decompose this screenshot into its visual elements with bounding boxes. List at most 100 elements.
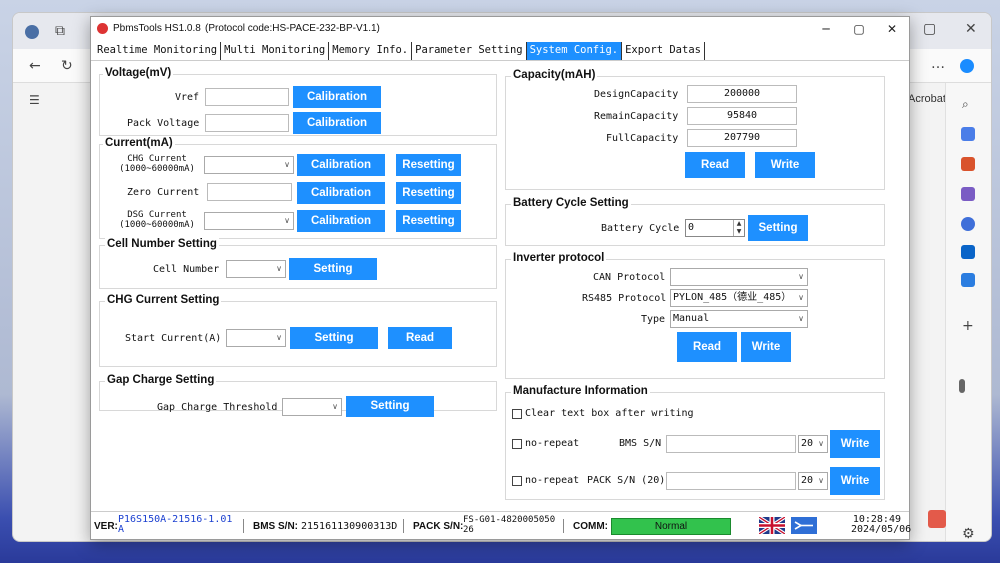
clear-textbox-checkbox[interactable] (512, 409, 522, 419)
type-select[interactable]: Manual ∨ (670, 310, 808, 328)
capacity-title: Capacity(mAH) (511, 69, 598, 81)
rs485-protocol-select[interactable]: PYLON_485（德业_485） ∨ (670, 289, 808, 307)
minimize-icon[interactable]: ─ (809, 20, 843, 38)
chg-current-setting-button[interactable]: Setting (290, 327, 378, 349)
pack-voltage-input[interactable] (205, 114, 289, 132)
tab-export-datas[interactable]: Export Datas (622, 42, 705, 60)
battery-cycle-value: 0 (688, 222, 695, 233)
acrobat-label[interactable]: Acrobat (908, 93, 946, 105)
maximize-icon[interactable]: ▢ (842, 20, 876, 38)
status-separator (243, 519, 244, 533)
pack-no-repeat-checkbox[interactable] (512, 476, 522, 486)
tab-system-config[interactable]: System Config. (526, 42, 623, 60)
chevron-down-icon: ∨ (332, 402, 338, 411)
browser-close-icon[interactable]: ✕ (965, 22, 977, 36)
full-capacity-input[interactable]: 207790 (687, 129, 797, 147)
capacity-read-button[interactable]: Read (685, 152, 745, 178)
browser-maximize-icon[interactable]: ▢ (923, 22, 936, 36)
system-config-panel: Voltage(mV) Vref Calibration Pack Voltag… (91, 60, 909, 510)
ver-value: P16S150A-21516-1.01 A (118, 515, 232, 535)
can-protocol-select[interactable]: ∨ (670, 268, 808, 286)
pdf-icon[interactable] (928, 510, 946, 528)
gap-charge-title: Gap Charge Setting (105, 374, 217, 386)
tab-multi-monitoring[interactable]: Multi Monitoring (221, 42, 330, 60)
bms-no-repeat-checkbox[interactable] (512, 439, 522, 449)
design-capacity-input[interactable]: 200000 (687, 85, 797, 103)
tab-parameter-setting[interactable]: Parameter Setting (412, 42, 527, 60)
pack-sn-label: PACK S/N (20) (587, 475, 666, 486)
dsg-current-label-line1: DSG Current (127, 210, 187, 220)
chg-current-read-button[interactable]: Read (388, 327, 452, 349)
chg-current-select[interactable]: ∨ (204, 156, 294, 174)
gap-charge-threshold-label: Gap Charge Threshold (157, 402, 278, 413)
chevron-down-icon: ∨ (798, 272, 804, 281)
status-datetime: 10:28:49 2024/05/06 (851, 515, 911, 535)
pack-voltage-label: Pack Voltage (127, 118, 200, 129)
tab-collection-icon[interactable]: ⧉ (55, 24, 65, 38)
language-switch-icon[interactable] (791, 517, 817, 534)
capacity-write-button[interactable]: Write (755, 152, 815, 178)
remain-capacity-input[interactable]: 95840 (687, 107, 797, 125)
type-value: Manual (673, 313, 710, 324)
design-capacity-label: DesignCapacity (594, 89, 679, 100)
zero-current-resetting-button[interactable]: Resetting (396, 182, 461, 204)
ver-value-line1: P16S150A-21516-1.01 (118, 514, 233, 525)
bms-sn-write-button[interactable]: Write (830, 430, 880, 458)
bms-sn-length-select[interactable]: 20 ∨ (798, 435, 828, 453)
inverter-read-button[interactable]: Read (677, 332, 737, 362)
close-icon[interactable]: ✕ (875, 20, 909, 38)
vref-calibration-button[interactable]: Calibration (293, 86, 381, 108)
cell-number-label: Cell Number (153, 264, 220, 275)
ver-value-line2: A (118, 524, 125, 535)
battery-cycle-setting-button[interactable]: Setting (748, 215, 808, 241)
zero-current-input[interactable] (207, 183, 292, 201)
chg-current-setting-title: CHG Current Setting (105, 294, 222, 306)
comm-label: COMM: (573, 521, 608, 532)
cell-number-select[interactable]: ∨ (226, 260, 286, 278)
more-icon[interactable]: … (931, 57, 945, 71)
chg-current-calibration-button[interactable]: Calibration (297, 154, 385, 176)
pack-voltage-calibration-button[interactable]: Calibration (293, 112, 381, 134)
inverter-title: Inverter protocol (511, 252, 607, 264)
search-icon[interactable]: ⌕ (962, 97, 969, 111)
ver-label: VER: (94, 521, 118, 532)
status-bms-sn-value: 215161130900313D (301, 521, 398, 532)
scrollbar-thumb[interactable] (959, 379, 965, 393)
clear-textbox-label: Clear text box after writing (525, 408, 694, 419)
pack-sn-length-select[interactable]: 20 ∨ (798, 472, 828, 490)
voltage-title: Voltage(mV) (103, 67, 174, 79)
cell-number-setting-button[interactable]: Setting (289, 258, 377, 280)
battery-cycle-spinner[interactable]: 0 ▲ ▼ (685, 219, 745, 237)
status-separator (403, 519, 404, 533)
pack-sn-input[interactable] (666, 472, 796, 490)
refresh-icon[interactable]: ↻ (61, 59, 73, 73)
spinner-arrows-icon[interactable]: ▲ ▼ (733, 220, 744, 236)
zero-current-calibration-button[interactable]: Calibration (297, 182, 385, 204)
dsg-current-resetting-button[interactable]: Resetting (396, 210, 461, 232)
settings-icon[interactable]: ⚙ (962, 527, 975, 541)
chevron-down-icon: ∨ (798, 293, 804, 302)
dsg-current-calibration-button[interactable]: Calibration (297, 210, 385, 232)
tab-realtime-monitoring[interactable]: Realtime Monitoring (94, 42, 222, 60)
copilot-icon[interactable] (960, 59, 974, 73)
inverter-write-button[interactable]: Write (741, 332, 791, 362)
back-arrow-icon[interactable]: ← (29, 59, 41, 73)
browser-sidebar: ⌕ + ⚙ (945, 83, 991, 541)
chg-current-resetting-button[interactable]: Resetting (396, 154, 461, 176)
start-current-select[interactable]: ∨ (226, 329, 286, 347)
remain-capacity-label: RemainCapacity (594, 111, 679, 122)
tab-memory-info[interactable]: Memory Info. (329, 42, 413, 60)
english-flag-icon[interactable] (759, 517, 785, 534)
vref-input[interactable] (205, 88, 289, 106)
bms-sn-input[interactable] (666, 435, 796, 453)
chevron-down-icon: ∨ (818, 476, 824, 485)
list-icon[interactable]: ☰ (29, 93, 40, 107)
dsg-current-label: DSG Current (1000~60000mA) (115, 210, 199, 230)
gap-charge-threshold-select[interactable]: ∨ (282, 398, 342, 416)
comm-status-bar: Normal (611, 518, 731, 535)
gap-charge-setting-button[interactable]: Setting (346, 396, 434, 417)
browser-scrollbar[interactable] (958, 117, 966, 517)
pack-sn-write-button[interactable]: Write (830, 467, 880, 495)
dsg-current-select[interactable]: ∨ (204, 212, 294, 230)
status-pack-sn-label: PACK S/N: (413, 521, 464, 532)
